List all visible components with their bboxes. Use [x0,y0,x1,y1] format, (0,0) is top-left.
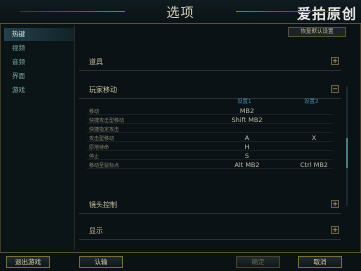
column-header-setting2: 设置2 [304,99,319,105]
binding-row: 原地待命 H [79,143,341,151]
section-display-title: 显示 [89,227,103,235]
section-camera[interactable]: 镜头控制 + [79,195,341,214]
sidebar-item-audio[interactable]: 音频 [4,56,74,69]
sidebar: 热键 视频 音频 界面 游戏 [4,25,75,250]
section-camera-title: 镜头控制 [89,201,117,209]
row-divider [87,150,333,151]
binding-row: 移动 MB2 [79,107,341,115]
binding-row: 快捷指定攻击 [79,125,341,133]
watermark-logo: 爱拍原创 [297,7,357,23]
row-divider [87,114,333,115]
binding-row: 移动至鼠标点 Alt MB2 Ctrl MB2 [79,161,341,169]
restore-defaults-button[interactable]: 恢复默认设置 [288,27,346,37]
sidebar-item-video[interactable]: 视频 [4,42,74,55]
row-divider [87,141,333,142]
collapse-icon[interactable]: − [331,85,339,93]
expand-icon[interactable]: + [331,57,339,65]
section-player-move-title: 玩家移动 [89,86,117,94]
sidebar-item-hotkeys[interactable]: 热键 [4,28,74,41]
cancel-button[interactable]: 取消 [298,256,342,268]
title-bar: 选项 爱拍原创 [0,0,361,24]
sidebar-item-game[interactable]: 游戏 [4,84,74,97]
section-display[interactable]: 显示 + [79,221,341,240]
expand-icon[interactable]: + [331,200,339,208]
sidebar-item-interface[interactable]: 界面 [4,70,74,83]
column-header-setting1: 设置1 [237,99,252,105]
section-items-title: 道具 [89,58,103,66]
exit-game-button[interactable]: 退出游戏 [6,256,50,268]
section-player-move[interactable]: 玩家移动 − [79,80,341,99]
hotkeys-panel: 道具 + 玩家移动 − 设置1 设置2 移动 MB2 快捷攻击型移动 Shift… [79,44,341,250]
row-divider [87,123,333,124]
row-divider [87,168,333,169]
row-divider [87,132,333,133]
section-items[interactable]: 道具 + [79,52,341,71]
row-divider [87,159,333,160]
binding-row: 攻击型移动 A X [79,134,341,142]
ok-button[interactable]: 确定 [236,256,280,268]
binding-row: 停止 S [79,152,341,160]
surrender-button[interactable]: 认输 [79,256,123,268]
expand-icon[interactable]: + [331,226,339,234]
binding-row: 快捷攻击型移动 Shift MB2 [79,116,341,124]
scrollbar-thumb[interactable] [346,138,348,168]
